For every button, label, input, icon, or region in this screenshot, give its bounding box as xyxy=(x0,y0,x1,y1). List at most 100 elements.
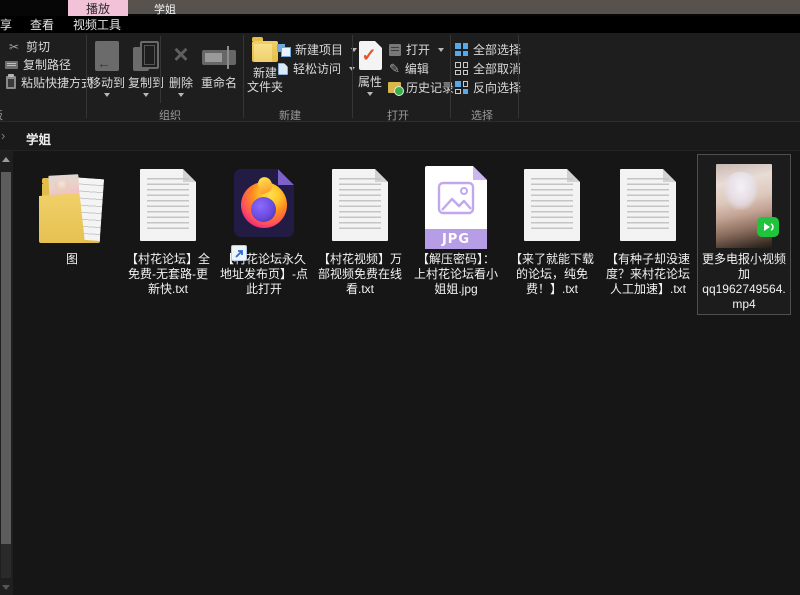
move-to-icon xyxy=(95,41,119,71)
new-folder-label-line2: 文件夹 xyxy=(247,80,283,94)
easy-access-label: 轻松访问 xyxy=(293,60,341,77)
chevron-right-icon: › xyxy=(1,128,5,143)
cut-button[interactable]: ✂ 剪切 xyxy=(7,38,50,55)
chevron-down-icon xyxy=(367,92,373,99)
select-none-button[interactable]: 全部取消 xyxy=(455,60,521,77)
invert-selection-icon xyxy=(455,81,468,94)
text-file-icon xyxy=(620,169,676,241)
chevron-down-icon xyxy=(143,93,149,100)
file-name: 【解压密码】： 上村花论坛看小 姐姐.jpg xyxy=(411,252,501,297)
properties-button[interactable]: 属性 xyxy=(352,41,388,99)
file-tile-mp4-selected[interactable]: 更多电报小视频 加 qq1962749564. mp4 xyxy=(697,154,791,315)
move-to-label: 移动到 xyxy=(89,74,125,91)
titlebar: 学姐 播放 xyxy=(0,0,800,16)
easy-access-button[interactable]: 轻松访问 xyxy=(278,60,355,77)
new-folder-icon xyxy=(252,41,278,62)
file-tile-firefox-shortcut[interactable]: 【村花论坛永久 地址发布页】-点 此打开 xyxy=(217,154,311,315)
copy-path-label: 复制路径 xyxy=(23,56,71,73)
rename-label: 重命名 xyxy=(201,74,237,91)
image-glyph-icon xyxy=(437,181,475,215)
group-separator xyxy=(86,35,87,118)
tab-share-partial[interactable]: 享 xyxy=(0,17,12,33)
scissors-icon: ✂ xyxy=(7,40,21,54)
tab-play[interactable]: 播放 xyxy=(68,0,128,17)
file-tile-txt[interactable]: 【来了就能下载 的论坛，纯免 费！】.txt xyxy=(505,154,599,315)
chevron-down-icon xyxy=(178,93,184,100)
text-file-icon xyxy=(524,169,580,241)
vertical-scrollbar[interactable] xyxy=(0,151,13,595)
invert-selection-button[interactable]: 反向选择 xyxy=(455,79,521,96)
copy-path-button[interactable]: 复制路径 xyxy=(5,56,71,73)
tab-view[interactable]: 查看 xyxy=(30,17,54,33)
play-video-icon xyxy=(757,217,779,237)
delete-x-icon: × xyxy=(173,41,188,71)
history-button[interactable]: 历史记录 xyxy=(388,79,454,96)
text-file-icon xyxy=(140,169,196,241)
select-none-icon xyxy=(455,62,468,75)
delete-button[interactable]: × 删除 xyxy=(166,41,196,100)
file-tile-txt[interactable]: 【村花视频】万 部视频免费在线 看.txt xyxy=(313,154,407,315)
file-tile-txt[interactable]: 【有种子却没速 度？来村花论坛 人工加速】.txt xyxy=(601,154,695,315)
rename-button[interactable]: 重命名 xyxy=(198,41,240,91)
file-tile-txt[interactable]: 【村花论坛】全 免费-无套路-更 新快.txt xyxy=(121,154,215,315)
paste-shortcut-button[interactable]: 粘贴快捷方式 xyxy=(6,74,93,91)
delete-label: 删除 xyxy=(169,74,193,91)
file-name: 更多电报小视频 加 qq1962749564. mp4 xyxy=(699,252,789,312)
scroll-down-icon[interactable] xyxy=(2,585,10,590)
paste-shortcut-label: 粘贴快捷方式 xyxy=(21,74,93,91)
file-name: 【有种子却没速 度？来村花论坛 人工加速】.txt xyxy=(603,252,693,297)
pencil-icon: ✎ xyxy=(389,63,400,75)
clipboard-icon xyxy=(6,76,16,89)
group-separator xyxy=(450,35,451,118)
shortcut-arrow-icon xyxy=(231,245,247,261)
new-item-button[interactable]: 新建项目 xyxy=(277,41,357,58)
file-grid: 图 【村花论坛】全 免费-无套路-更 新快.txt xyxy=(25,154,791,315)
ribbon-tab-row: 享 查看 视频工具 xyxy=(0,16,800,33)
invert-selection-label: 反向选择 xyxy=(473,79,521,96)
jpg-badge: JPG xyxy=(425,229,487,249)
open-button[interactable]: 打开 xyxy=(389,41,444,58)
file-list-area: 图 【村花论坛】全 免费-无套路-更 新快.txt xyxy=(0,151,800,595)
file-name: 图 xyxy=(27,252,117,267)
window-title: 学姐 xyxy=(154,1,176,17)
titlebar-background: 学姐 xyxy=(128,0,800,14)
open-label: 打开 xyxy=(406,41,430,58)
rename-icon xyxy=(202,50,236,65)
cut-label: 剪切 xyxy=(26,38,50,55)
firefox-icon xyxy=(234,169,294,237)
properties-check-icon xyxy=(359,41,382,70)
tab-video-tools[interactable]: 视频工具 xyxy=(73,17,121,33)
copy-path-icon xyxy=(5,61,18,69)
new-item-icon xyxy=(277,44,290,56)
scrollbar-thumb[interactable] xyxy=(1,172,11,544)
scrollbar-track[interactable] xyxy=(1,544,11,578)
address-bar[interactable]: › 学姐 xyxy=(0,122,800,151)
jpg-file-icon: JPG xyxy=(425,166,487,249)
file-name: 【村花论坛】全 免费-无套路-更 新快.txt xyxy=(123,252,213,297)
scroll-up-icon[interactable] xyxy=(2,157,10,162)
open-icon xyxy=(389,44,401,56)
history-label: 历史记录 xyxy=(406,79,454,96)
file-tile-folder[interactable]: 图 xyxy=(25,154,119,315)
easy-access-icon xyxy=(278,63,288,75)
select-all-label: 全部选择 xyxy=(473,41,521,58)
inner-separator xyxy=(160,36,161,103)
group-separator xyxy=(518,35,519,118)
select-all-icon xyxy=(455,43,468,56)
ribbon: ✂ 剪切 复制路径 粘贴快捷方式 板 移动到 复制到 × 删除 重命名 组织 新… xyxy=(0,33,800,121)
copy-to-icon xyxy=(133,41,159,71)
properties-label: 属性 xyxy=(358,73,382,90)
text-file-icon xyxy=(332,169,388,241)
video-thumbnail xyxy=(716,164,772,248)
edit-button[interactable]: ✎ 编辑 xyxy=(389,60,429,77)
select-all-button[interactable]: 全部选择 xyxy=(455,41,521,58)
new-item-label: 新建项目 xyxy=(295,41,343,58)
address-location: 学姐 xyxy=(26,129,51,148)
copy-to-label: 复制到 xyxy=(128,74,164,91)
move-to-button[interactable]: 移动到 xyxy=(88,41,126,100)
folder-icon xyxy=(39,165,105,247)
file-tile-jpg[interactable]: JPG 【解压密码】： 上村花论坛看小 姐姐.jpg xyxy=(409,154,503,315)
chevron-down-icon xyxy=(104,93,110,100)
select-none-label: 全部取消 xyxy=(473,60,521,77)
edit-label: 编辑 xyxy=(405,60,429,77)
